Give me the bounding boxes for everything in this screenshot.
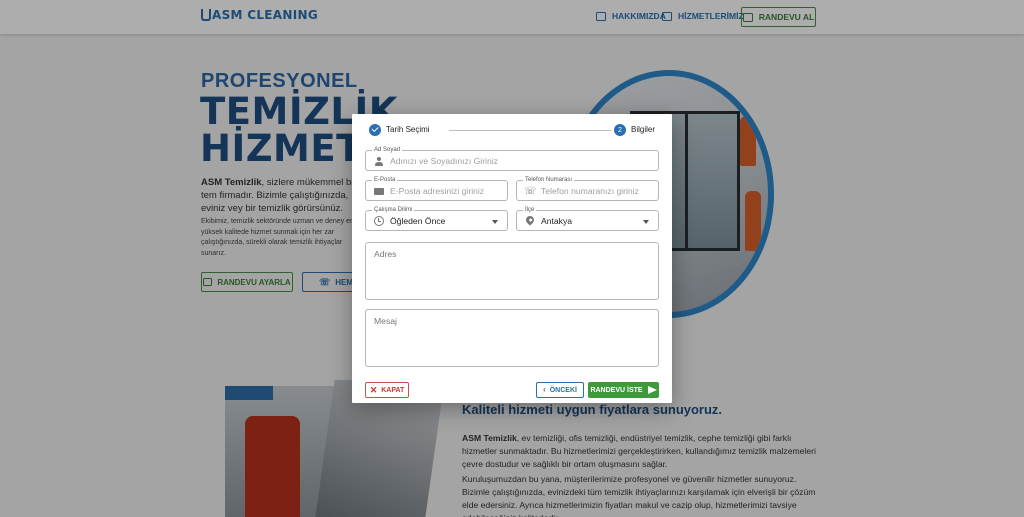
close-icon: ✕	[369, 384, 378, 395]
previous-button[interactable]: ‹ ÖNCEKİ	[536, 382, 584, 398]
caret-down-icon	[643, 220, 649, 224]
close-button[interactable]: ✕ KAPAT	[365, 382, 409, 398]
phone-field[interactable]: Telefon Numarası ☏ Telefon numaranızı gi…	[516, 176, 659, 201]
appointment-modal: Tarih Seçimi 2 Bilgiler Ad Soyad Adınızı…	[352, 114, 672, 403]
name-field-label: Ad Soyad	[372, 146, 403, 154]
address-textarea[interactable]: Adres	[365, 242, 659, 300]
work-time-select[interactable]: Çalışma Dilimi Öğleden Önce	[365, 206, 508, 231]
clock-icon	[374, 216, 384, 226]
phone-field-label: Telefon Numarası	[523, 176, 575, 184]
stepper-connector	[449, 130, 611, 131]
email-field[interactable]: E-Posta E-Posta adresinizi giriniz	[365, 176, 508, 201]
work-time-value: Öğleden Önce	[390, 216, 446, 226]
step-2-number: 2	[614, 124, 626, 136]
mail-icon	[374, 188, 384, 195]
name-field[interactable]: Ad Soyad Adınızı ve Soyadınızı Giriniz	[365, 146, 659, 171]
email-field-label: E-Posta	[372, 176, 398, 184]
chevron-left-icon: ‹	[543, 385, 546, 394]
address-placeholder: Adres	[374, 249, 397, 259]
message-textarea[interactable]: Mesaj	[365, 309, 659, 367]
request-appointment-button[interactable]: RANDEVU İSTE	[588, 382, 659, 398]
phone-field-placeholder: Telefon numaranızı giriniz	[541, 186, 639, 196]
email-field-placeholder: E-Posta adresinizi giriniz	[390, 186, 485, 196]
caret-down-icon	[492, 220, 498, 224]
step-2-label: Bilgiler	[631, 125, 656, 134]
district-label: İlçe	[523, 206, 537, 214]
phone-icon: ☏	[524, 186, 537, 197]
work-time-label: Çalışma Dilimi	[372, 206, 415, 214]
message-placeholder: Mesaj	[374, 316, 397, 326]
name-field-placeholder: Adınızı ve Soyadınızı Giriniz	[390, 156, 498, 166]
close-button-label: KAPAT	[381, 386, 405, 394]
step-1-label[interactable]: Tarih Seçimi	[386, 125, 430, 134]
request-appointment-label: RANDEVU İSTE	[590, 386, 643, 394]
previous-button-label: ÖNCEKİ	[549, 386, 577, 394]
location-pin-icon	[524, 214, 536, 226]
district-value: Antakya	[541, 216, 573, 226]
send-icon	[647, 386, 657, 394]
stepper: Tarih Seçimi 2 Bilgiler	[369, 124, 655, 138]
step-1-check-icon[interactable]	[369, 124, 381, 136]
district-select[interactable]: İlçe Antakya	[516, 206, 659, 231]
person-icon	[375, 157, 383, 167]
